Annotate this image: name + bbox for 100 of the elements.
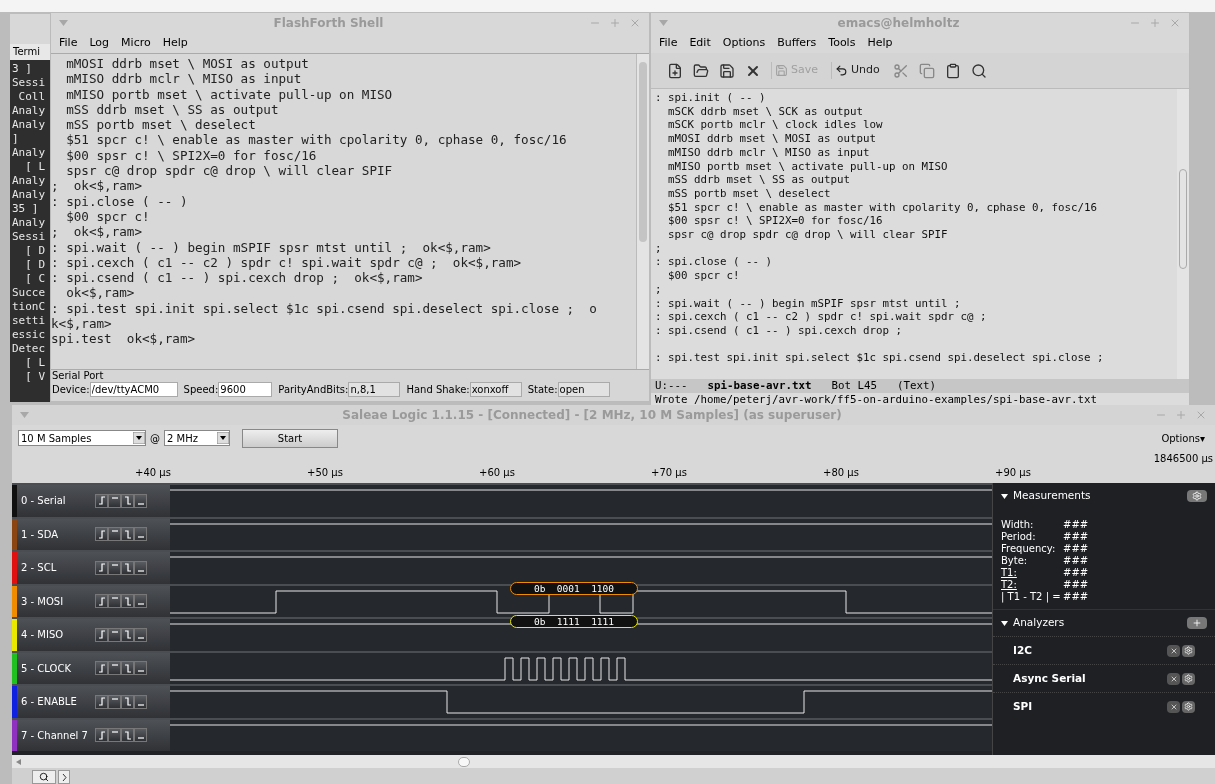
scrollbar[interactable] <box>636 54 649 369</box>
scroll-thumb[interactable] <box>458 756 470 767</box>
port-field[interactable]: xonxoff <box>469 382 522 397</box>
start-button[interactable]: Start <box>242 428 338 448</box>
high-level-icon <box>110 664 119 667</box>
trigger-button[interactable] <box>95 594 108 609</box>
search-tab[interactable] <box>32 770 56 784</box>
code-line: $00 spsr c! \ SPI2X=0 for fosc/16 <box>667 214 884 229</box>
analyzer-settings-button[interactable] <box>1182 672 1195 685</box>
trigger-button[interactable] <box>108 527 121 542</box>
analyzer-name[interactable]: SPI <box>1013 698 1167 715</box>
section-title: Analyzers <box>1013 615 1066 631</box>
menu-item[interactable]: Buffers <box>777 34 817 52</box>
trigger-button[interactable] <box>108 560 121 575</box>
horizontal-scrollbar[interactable] <box>12 755 1215 768</box>
remove-analyzer-button[interactable] <box>1167 700 1180 713</box>
trigger-button[interactable] <box>95 694 108 709</box>
samples-dropdown[interactable]: 10 M Samples <box>18 430 146 446</box>
channel-label-cell[interactable]: 6 - ENABLE <box>12 686 170 718</box>
shell-line: : spi.cexch ( c1 -- c2 ) spdr c! spi.wait spdr c@ ; ok<$,ram> <box>51 254 523 271</box>
toolbar-button[interactable]: Undo <box>831 62 883 79</box>
trigger-button[interactable] <box>121 493 134 508</box>
trigger-button[interactable] <box>121 694 134 709</box>
channel-label-cell[interactable]: 3 - MOSI <box>12 585 170 617</box>
collapse-triangle-icon[interactable] <box>1001 492 1008 500</box>
trigger-button[interactable] <box>95 661 108 676</box>
channel-label-cell[interactable]: 7 - Channel 7 <box>12 719 170 751</box>
collapse-triangle-icon[interactable] <box>1001 619 1008 627</box>
menu-item[interactable]: Edit <box>689 34 711 52</box>
trigger-button[interactable] <box>134 560 147 575</box>
trigger-button[interactable] <box>134 594 147 609</box>
trigger-button[interactable] <box>108 694 121 709</box>
port-field[interactable]: /dev/ttyACM0 <box>89 382 178 397</box>
trigger-button[interactable] <box>134 627 147 642</box>
channel-label-cell[interactable]: 4 - MISO <box>12 619 170 651</box>
trigger-button[interactable] <box>134 661 147 676</box>
trigger-button[interactable] <box>121 728 134 743</box>
channel-name: 0 - Serial <box>20 494 67 509</box>
channel-label-cell[interactable]: 2 - SCL <box>12 552 170 584</box>
trigger-button[interactable] <box>134 527 147 542</box>
window-title: Saleae Logic 1.1.15 - [Connected] - [2 MHz, 10 M Samples] (as superuser) <box>342 407 842 424</box>
trigger-button[interactable] <box>121 661 134 676</box>
scroll-left-icon <box>16 758 22 765</box>
remove-analyzer-button[interactable] <box>1167 644 1180 657</box>
folder-icon[interactable] <box>693 62 709 79</box>
low-level-icon <box>136 670 145 673</box>
high-level-icon <box>110 731 119 734</box>
trigger-button[interactable] <box>108 728 121 743</box>
scrollbar[interactable] <box>1177 89 1189 379</box>
port-field[interactable]: open <box>557 382 610 397</box>
trigger-button[interactable] <box>95 728 108 743</box>
channel-name: 5 - CLOCK <box>20 661 72 676</box>
section-menu-button[interactable] <box>1187 617 1207 629</box>
menu-item[interactable]: Log <box>89 34 110 52</box>
trigger-button[interactable] <box>108 627 121 642</box>
trigger-button[interactable] <box>134 694 147 709</box>
new-file-icon[interactable] <box>667 62 683 79</box>
trigger-button[interactable] <box>134 493 147 508</box>
rate-dropdown[interactable]: 2 MHz <box>164 430 230 446</box>
analyzer-settings-button[interactable] <box>1182 700 1195 713</box>
trigger-button[interactable] <box>108 661 121 676</box>
channel-label-cell[interactable]: 1 - SDA <box>12 518 170 550</box>
high-level-icon <box>110 630 119 633</box>
trigger-button[interactable] <box>121 594 134 609</box>
channel-label-cell[interactable]: 0 - Serial <box>12 485 170 517</box>
menu-item[interactable]: File <box>659 34 678 52</box>
trigger-button[interactable] <box>95 493 108 508</box>
time-tick: +50 µs <box>307 466 343 480</box>
trigger-button[interactable] <box>134 728 147 743</box>
trigger-button[interactable] <box>121 527 134 542</box>
section-menu-button[interactable] <box>1187 490 1207 502</box>
analyzer-name[interactable]: I2C <box>1013 642 1167 659</box>
port-field[interactable]: 9600 <box>218 382 273 397</box>
shell-line: spi.test ok<$,ram> <box>51 331 197 347</box>
menu-item[interactable]: File <box>59 34 78 52</box>
menu-item[interactable]: Tools <box>828 34 856 52</box>
port-field[interactable]: n,8,1 <box>348 382 401 397</box>
trigger-button[interactable] <box>95 560 108 575</box>
menu-item[interactable]: Options <box>722 34 766 52</box>
paste-icon[interactable] <box>944 62 961 79</box>
trigger-button[interactable] <box>95 627 108 642</box>
rising-edge-icon <box>97 596 106 606</box>
trigger-button[interactable] <box>95 527 108 542</box>
buffer-position: Bot L45 <box>831 379 878 393</box>
window-title: FlashForth Shell <box>273 15 384 32</box>
expand-tab[interactable] <box>58 770 70 784</box>
menu-item[interactable]: Micro <box>121 34 151 52</box>
trigger-button[interactable] <box>121 627 134 642</box>
code-line: mMOSI ddrb mset \ MOSI as output <box>667 132 877 146</box>
channel-label-cell[interactable]: 5 - CLOCK <box>12 652 170 684</box>
trigger-button[interactable] <box>108 493 121 508</box>
trigger-button[interactable] <box>108 594 121 609</box>
menu-item[interactable]: Help <box>867 34 893 52</box>
analyzer-name[interactable]: Async Serial <box>1013 670 1167 687</box>
search-icon[interactable] <box>970 62 987 79</box>
options-menu[interactable]: Options▾ <box>1161 430 1209 446</box>
analyzer-settings-button[interactable] <box>1182 644 1195 657</box>
menu-item[interactable]: Help <box>162 34 188 52</box>
trigger-button[interactable] <box>121 560 134 575</box>
remove-analyzer-button[interactable] <box>1167 672 1180 685</box>
